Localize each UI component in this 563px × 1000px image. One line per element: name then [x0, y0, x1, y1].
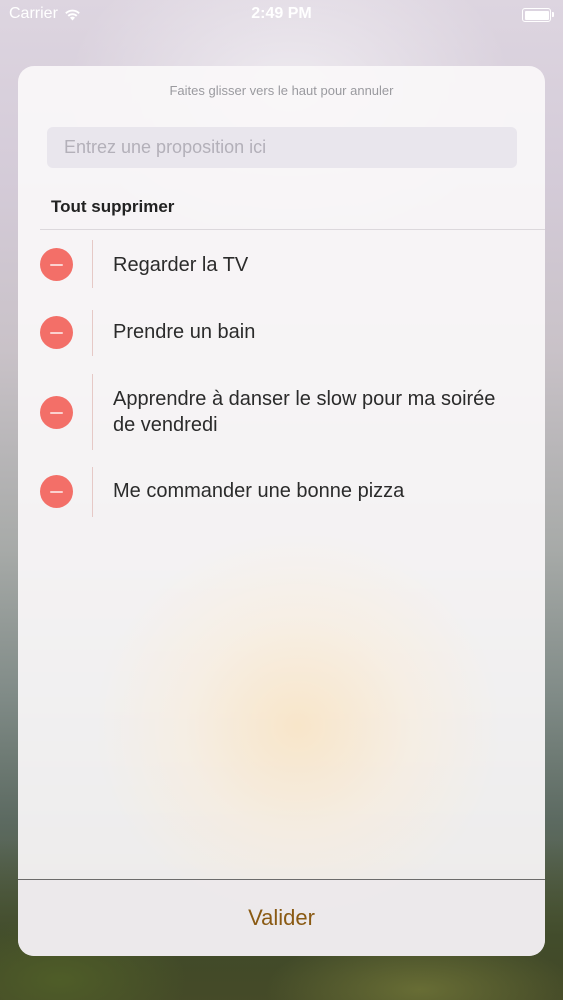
list-item: Apprendre à danser le slow pour ma soiré…: [18, 366, 545, 462]
status-time: 2:49 PM: [251, 5, 312, 22]
remove-item-button[interactable]: [40, 316, 73, 349]
dismiss-hint: Faites glisser vers le haut pour annuler: [169, 83, 394, 98]
remove-item-button[interactable]: [40, 396, 73, 429]
list-item: Prendre un bain: [18, 298, 545, 366]
list-item: Me commander une bonne pizza: [18, 462, 545, 530]
proposal-input[interactable]: [47, 127, 517, 168]
list-item-label: Regarder la TV: [113, 254, 249, 276]
list-item: Regarder la TV: [18, 230, 545, 298]
list-item-label: Prendre un bain: [113, 321, 256, 343]
remove-item-button[interactable]: [40, 248, 73, 281]
list-item-label: Apprendre à danser le slow pour ma soiré…: [113, 388, 496, 436]
status-bar: Carrier 2:49 PM: [0, 0, 563, 30]
delete-all-button[interactable]: Tout supprimer: [51, 197, 174, 217]
proposal-sheet: Faites glisser vers le haut pour annuler…: [18, 66, 545, 956]
list-item-label: Me commander une bonne pizza: [113, 480, 405, 502]
minus-icon: [50, 331, 63, 334]
validate-button[interactable]: Valider: [18, 880, 545, 956]
remove-item-button[interactable]: [40, 475, 73, 508]
battery-icon: [522, 8, 554, 22]
minus-icon: [50, 263, 63, 266]
minus-icon: [50, 411, 63, 414]
proposal-list: Regarder la TV Prendre un bain Apprendre…: [18, 230, 545, 530]
minus-icon: [50, 490, 63, 493]
